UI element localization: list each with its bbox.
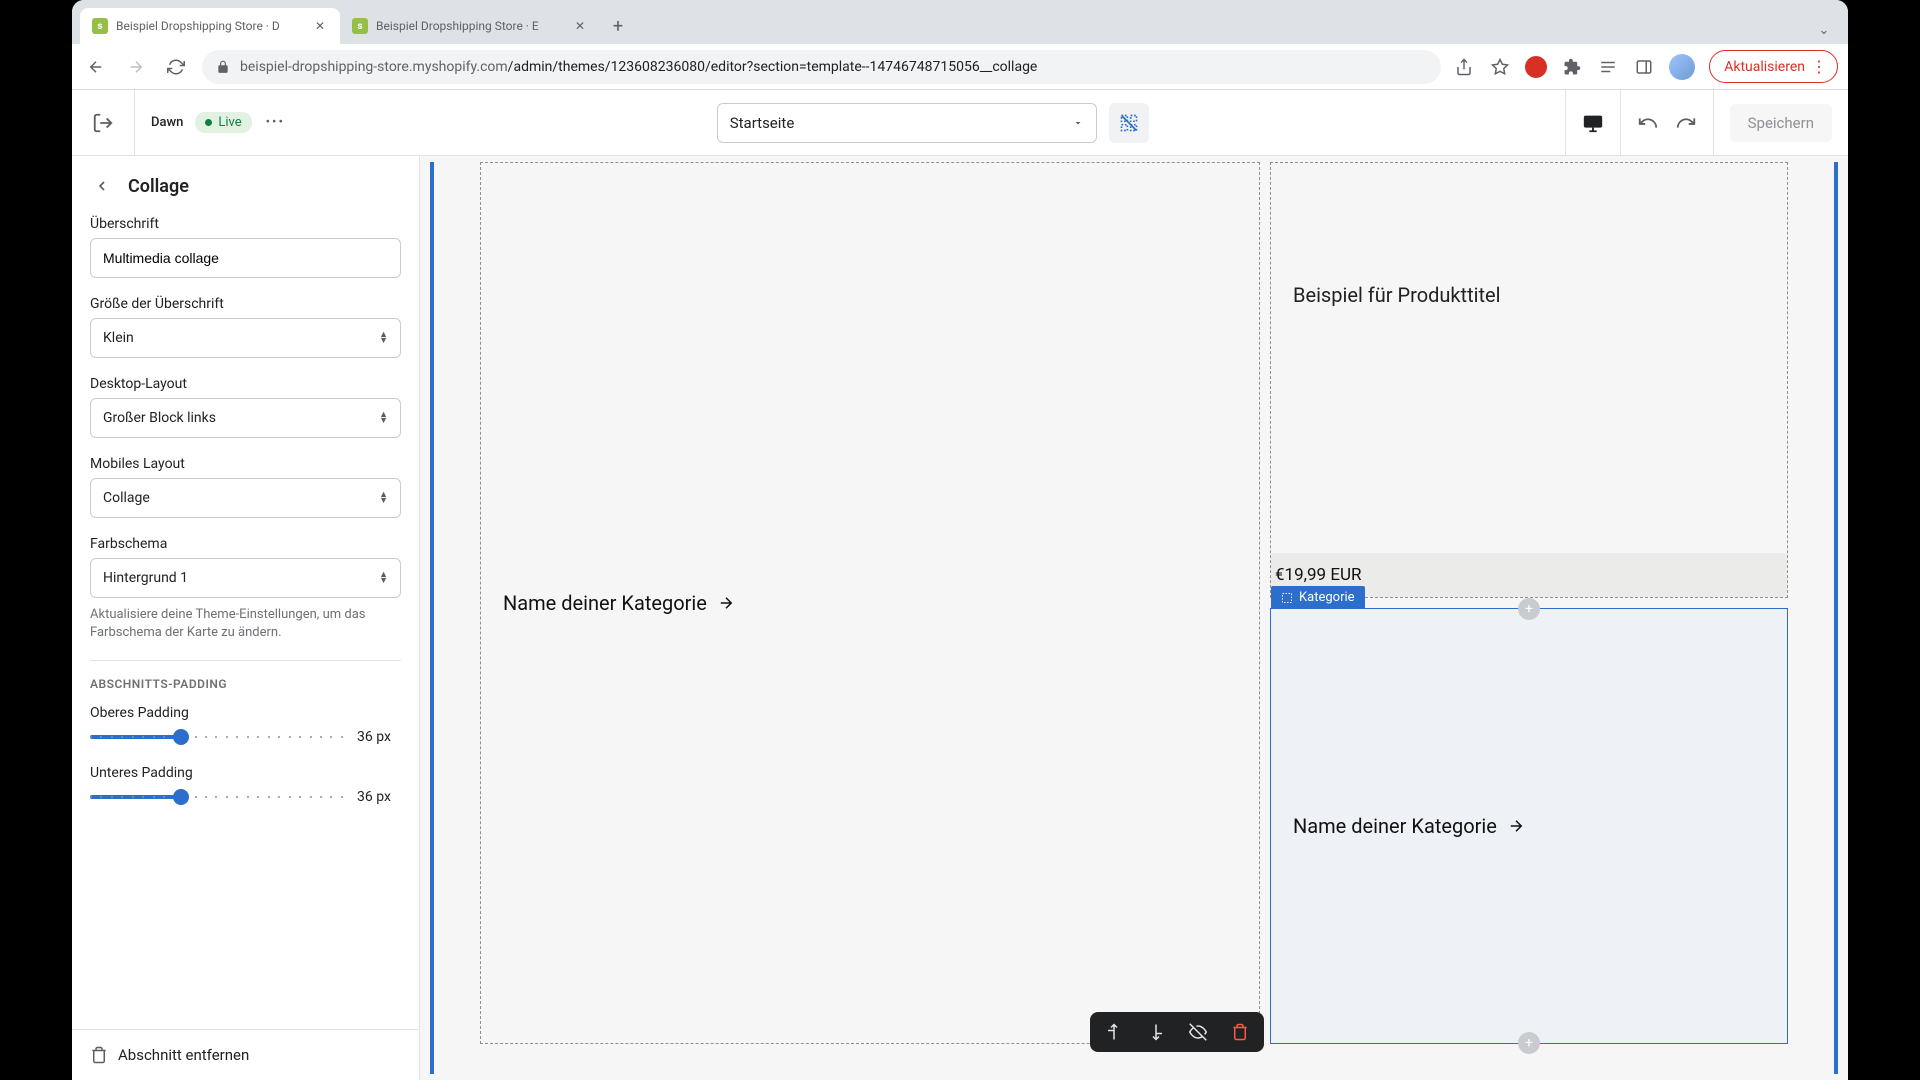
lock-icon	[216, 60, 230, 74]
tab-title: Beispiel Dropshipping Store · E	[376, 19, 564, 33]
save-button[interactable]: Speichern	[1730, 104, 1832, 142]
reload-button[interactable]	[162, 53, 190, 81]
heading-label: Überschrift	[90, 216, 401, 232]
category-card-title: Name deiner Kategorie	[1293, 814, 1497, 838]
move-down-icon[interactable]	[1146, 1022, 1166, 1042]
extensions-icon[interactable]	[1561, 56, 1583, 78]
padding-top-slider[interactable]	[90, 735, 343, 739]
side-panel-icon[interactable]	[1633, 56, 1655, 78]
arrow-right-icon	[717, 594, 735, 612]
section-picker-button[interactable]	[1109, 103, 1149, 143]
big-card-title: Name deiner Kategorie	[503, 591, 707, 615]
page-selector[interactable]: Startseite	[717, 103, 1097, 143]
shopify-favicon: s	[92, 18, 108, 34]
block-type-tag: Kategorie	[1271, 586, 1365, 609]
tabs-dropdown-icon[interactable]: ⌄	[1808, 23, 1840, 38]
add-block-handle[interactable]: +	[1518, 1032, 1540, 1054]
delete-block-icon[interactable]	[1230, 1022, 1250, 1042]
sidebar-title: Collage	[128, 176, 189, 197]
update-button[interactable]: Aktualisieren ⋮	[1709, 50, 1838, 83]
padding-bottom-slider[interactable]	[90, 795, 343, 799]
browser-tab-strip: s Beispiel Dropshipping Store · D ✕ s Be…	[72, 0, 1848, 44]
padding-bottom-value: 36 px	[357, 789, 401, 805]
back-button[interactable]	[82, 53, 110, 81]
block-toolbar	[1090, 1012, 1264, 1052]
tab-title: Beispiel Dropshipping Store · D	[116, 19, 304, 33]
browser-tab[interactable]: s Beispiel Dropshipping Store · E ✕	[340, 8, 600, 44]
close-tab-icon[interactable]: ✕	[312, 19, 328, 33]
redo-icon[interactable]	[1675, 112, 1697, 134]
desktop-view-icon[interactable]	[1582, 112, 1604, 134]
new-tab-button[interactable]: +	[604, 12, 632, 40]
live-badge: Live	[195, 112, 251, 133]
theme-name: Dawn	[151, 115, 183, 130]
mobile-layout-label: Mobiles Layout	[90, 456, 401, 472]
collage-product-card[interactable]: Beispiel für Produkttitel €19,99 EUR	[1270, 162, 1788, 598]
color-scheme-select[interactable]: Hintergrund 1 ▲▼	[90, 558, 401, 598]
remove-section-button[interactable]: Abschnitt entfernen	[72, 1029, 419, 1080]
padding-bottom-label: Unteres Padding	[90, 765, 401, 781]
mobile-layout-select[interactable]: Collage ▲▼	[90, 478, 401, 518]
heading-size-label: Größe der Überschrift	[90, 296, 401, 312]
theme-more-menu[interactable]: •••	[266, 115, 285, 130]
product-price: €19,99 EUR	[1275, 565, 1362, 585]
padding-section-caption: ABSCHNITTS-PADDING	[90, 677, 401, 691]
browser-address-bar: beispiel-dropshipping-store.myshopify.co…	[72, 44, 1848, 90]
padding-top-label: Oberes Padding	[90, 705, 401, 721]
shopify-favicon: s	[352, 18, 368, 34]
heading-input[interactable]	[90, 238, 401, 278]
exit-editor-button[interactable]	[72, 90, 135, 155]
url-text: beispiel-dropshipping-store.myshopify.co…	[240, 59, 1427, 75]
settings-sidebar: Collage Überschrift Größe der Überschrif…	[72, 156, 420, 1080]
sidebar-back-button[interactable]	[90, 174, 114, 198]
share-icon[interactable]	[1453, 56, 1475, 78]
color-scheme-help: Aktualisiere deine Theme-Einstellungen, …	[90, 606, 401, 642]
collage-big-card[interactable]: Name deiner Kategorie	[480, 162, 1260, 1044]
bookmark-icon[interactable]	[1489, 56, 1511, 78]
heading-size-select[interactable]: Klein ▲▼	[90, 318, 401, 358]
product-title: Beispiel für Produkttitel	[1293, 283, 1501, 307]
desktop-layout-select[interactable]: Großer Block links ▲▼	[90, 398, 401, 438]
reading-list-icon[interactable]	[1597, 56, 1619, 78]
padding-top-value: 36 px	[357, 729, 401, 745]
desktop-layout-label: Desktop-Layout	[90, 376, 401, 392]
undo-icon[interactable]	[1637, 112, 1659, 134]
color-scheme-label: Farbschema	[90, 536, 401, 552]
browser-tab-active[interactable]: s Beispiel Dropshipping Store · D ✕	[80, 8, 340, 44]
hide-block-icon[interactable]	[1188, 1022, 1208, 1042]
forward-button[interactable]	[122, 53, 150, 81]
close-tab-icon[interactable]: ✕	[572, 19, 588, 33]
editor-header: Dawn Live ••• Startseite	[72, 90, 1848, 156]
move-up-icon[interactable]	[1104, 1022, 1124, 1042]
arrow-right-icon	[1507, 817, 1525, 835]
url-input[interactable]: beispiel-dropshipping-store.myshopify.co…	[202, 50, 1441, 84]
profile-avatar[interactable]	[1669, 54, 1695, 80]
extension-badge-icon[interactable]	[1525, 56, 1547, 78]
add-block-handle[interactable]: +	[1518, 598, 1540, 620]
collage-category-card[interactable]: Kategorie + Name deiner Kategorie +	[1270, 608, 1788, 1044]
preview-canvas[interactable]: Name deiner Kategorie Beispiel für Produ…	[420, 156, 1848, 1080]
